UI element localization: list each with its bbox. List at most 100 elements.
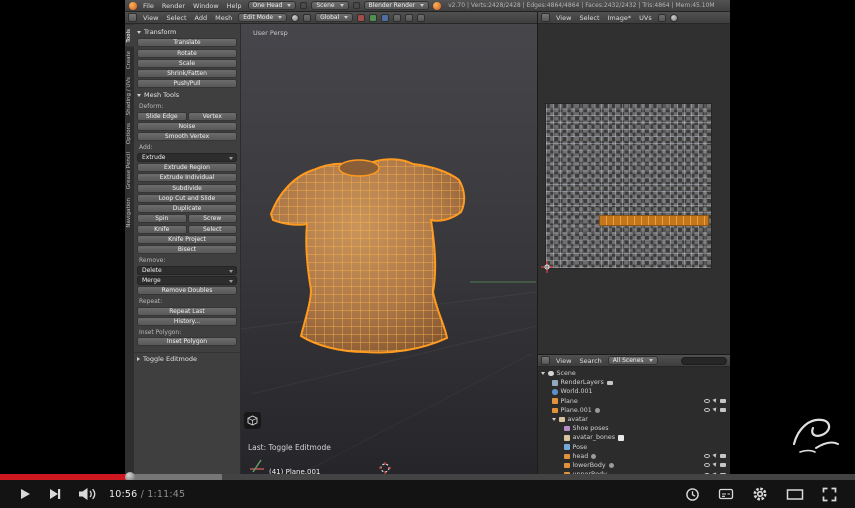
next-button[interactable] xyxy=(40,483,70,505)
outliner-row-pose[interactable]: Pose xyxy=(538,443,730,452)
smooth-vertex-button[interactable]: Smooth Vertex xyxy=(137,132,237,142)
video-frame[interactable]: File Render Window Help One Head Scene B… xyxy=(0,0,855,480)
inset-polygon-button[interactable]: Inset Polygon xyxy=(137,337,237,347)
camera-icon[interactable] xyxy=(606,380,613,385)
view3d-menu-select[interactable]: Select xyxy=(164,14,188,22)
menu-file[interactable]: File xyxy=(141,2,156,10)
editor-type-icon[interactable] xyxy=(128,13,137,22)
tab-options[interactable]: Options xyxy=(125,119,134,148)
delete-menu-button[interactable]: Delete xyxy=(137,265,237,275)
tab-shading-uvs[interactable]: Shading / UVs xyxy=(125,73,134,119)
repeat-last-button[interactable]: Repeat Last xyxy=(137,306,237,316)
bisect-button[interactable]: Bisect xyxy=(137,245,237,255)
outliner-search-input[interactable] xyxy=(681,356,727,365)
merge-menu-button[interactable]: Merge xyxy=(137,275,237,285)
outliner-menu-search[interactable]: Search xyxy=(577,357,603,365)
captions-button[interactable] xyxy=(710,483,742,505)
outliner-row-plane001[interactable]: Plane.001 xyxy=(538,406,730,415)
shrink-fatten-button[interactable]: Shrink/Fatten xyxy=(137,69,237,79)
viewport-shading-icon[interactable] xyxy=(291,13,300,22)
scale-button[interactable]: Scale xyxy=(137,58,237,68)
outliner-row-renderlayers[interactable]: RenderLayers xyxy=(538,378,730,387)
remove-doubles-button[interactable]: Remove Doubles xyxy=(137,286,237,296)
renderability-icon[interactable] xyxy=(720,463,726,468)
view3d-menu-add[interactable]: Add xyxy=(193,14,210,22)
panel-header-transform[interactable]: Transform xyxy=(134,26,240,37)
snap-magnet-icon[interactable] xyxy=(393,13,402,22)
proportional-edit-icon[interactable] xyxy=(405,13,414,22)
duplicate-button[interactable]: Duplicate xyxy=(137,204,237,214)
render-engine-select[interactable]: Blender Render xyxy=(363,1,430,10)
volume-button[interactable] xyxy=(70,483,105,505)
outliner-row-avatar-bones[interactable]: avatar_bones xyxy=(538,433,730,442)
spin-button[interactable]: Spin xyxy=(137,214,187,224)
fullscreen-button[interactable] xyxy=(814,483,845,505)
view3d-menu-view[interactable]: View xyxy=(141,14,160,22)
renderability-icon[interactable] xyxy=(720,454,726,459)
expand-icon[interactable] xyxy=(541,372,545,376)
render-opengl-icon[interactable] xyxy=(417,13,426,22)
play-button[interactable] xyxy=(10,483,40,505)
tab-grease-pencil[interactable]: Grease Pencil xyxy=(125,148,134,193)
visibility-eye-icon[interactable] xyxy=(704,408,710,413)
selectability-icon[interactable] xyxy=(712,462,718,468)
extrude-region-button[interactable]: Extrude Region xyxy=(137,162,237,172)
scene-close-button[interactable] xyxy=(352,2,360,9)
outliner-filter-select[interactable]: All Scenes xyxy=(607,356,658,365)
mode-select[interactable]: Edit Mode xyxy=(238,13,288,22)
knife-project-button[interactable]: Knife Project xyxy=(137,235,237,245)
menu-window[interactable]: Window xyxy=(191,2,221,10)
outliner-row-world[interactable]: World.001 xyxy=(538,387,730,396)
channel-watermark-icon[interactable] xyxy=(786,408,842,462)
knife-button[interactable]: Knife xyxy=(137,224,187,234)
rotate-button[interactable]: Rotate xyxy=(137,48,237,58)
outliner-row-avatar[interactable]: avatar xyxy=(538,415,730,424)
tab-navigation[interactable]: Navigation xyxy=(125,194,134,232)
manipulator-scale-icon[interactable] xyxy=(381,13,390,22)
selectability-icon[interactable] xyxy=(712,453,718,459)
outliner-row-plane[interactable]: Plane xyxy=(538,397,730,406)
pivot-center-icon[interactable] xyxy=(303,13,312,22)
scene-select[interactable]: Scene xyxy=(311,1,349,10)
renderability-icon[interactable] xyxy=(720,408,726,413)
screen-layout-select[interactable]: One Head xyxy=(247,1,297,10)
outliner-row-lowerbody[interactable]: lowerBody xyxy=(538,461,730,470)
outliner-row-head[interactable]: head xyxy=(538,452,730,461)
slide-vertex-button[interactable]: Vertex xyxy=(187,111,237,121)
outliner-menu-view[interactable]: View xyxy=(554,357,573,365)
uv-texture-checker[interactable] xyxy=(541,103,712,273)
editor-type-icon[interactable] xyxy=(541,356,550,365)
manipulator-translate-icon[interactable] xyxy=(357,13,366,22)
theater-mode-button[interactable] xyxy=(778,483,812,505)
visibility-eye-icon[interactable] xyxy=(704,454,710,459)
tab-create[interactable]: Create xyxy=(125,47,134,73)
tab-tools[interactable]: Tools xyxy=(125,25,134,47)
outliner-row-scene[interactable]: Scene xyxy=(538,369,730,378)
transform-orientation-select[interactable]: Global xyxy=(315,13,354,22)
manipulator-rotate-icon[interactable] xyxy=(369,13,378,22)
loop-cut-button[interactable]: Loop Cut and Slide xyxy=(137,193,237,203)
panel-header-mesh-tools[interactable]: Mesh Tools xyxy=(134,89,240,100)
selectability-icon[interactable] xyxy=(712,407,718,413)
outliner-row-shoe-poses[interactable]: Shoe poses xyxy=(538,424,730,433)
editor-type-icon[interactable] xyxy=(541,13,550,22)
extrude-menu-button[interactable]: Extrude xyxy=(137,152,237,162)
uv-pivot-icon[interactable] xyxy=(669,13,678,22)
extrude-individual-button[interactable]: Extrude Individual xyxy=(137,173,237,183)
visibility-eye-icon[interactable] xyxy=(704,463,710,468)
renderability-icon[interactable] xyxy=(720,399,726,404)
screen-close-button[interactable] xyxy=(300,2,308,9)
subdivide-button[interactable]: Subdivide xyxy=(137,183,237,193)
uv-menu-view[interactable]: View xyxy=(554,14,573,22)
menu-help[interactable]: Help xyxy=(225,2,244,10)
slide-edge-button[interactable]: Slide Edge xyxy=(137,111,187,121)
uv-menu-select[interactable]: Select xyxy=(577,14,601,22)
uv-menu-image[interactable]: Image* xyxy=(606,14,634,22)
menu-render[interactable]: Render xyxy=(160,2,187,10)
panel-header-toggle-editmode[interactable]: Toggle Editmode xyxy=(134,352,240,364)
image-browse-icon[interactable] xyxy=(657,13,666,22)
shirt-mesh[interactable] xyxy=(261,150,473,355)
uv-canvas[interactable] xyxy=(538,24,730,354)
screw-button[interactable]: Screw xyxy=(187,214,237,224)
visibility-eye-icon[interactable] xyxy=(704,399,710,404)
